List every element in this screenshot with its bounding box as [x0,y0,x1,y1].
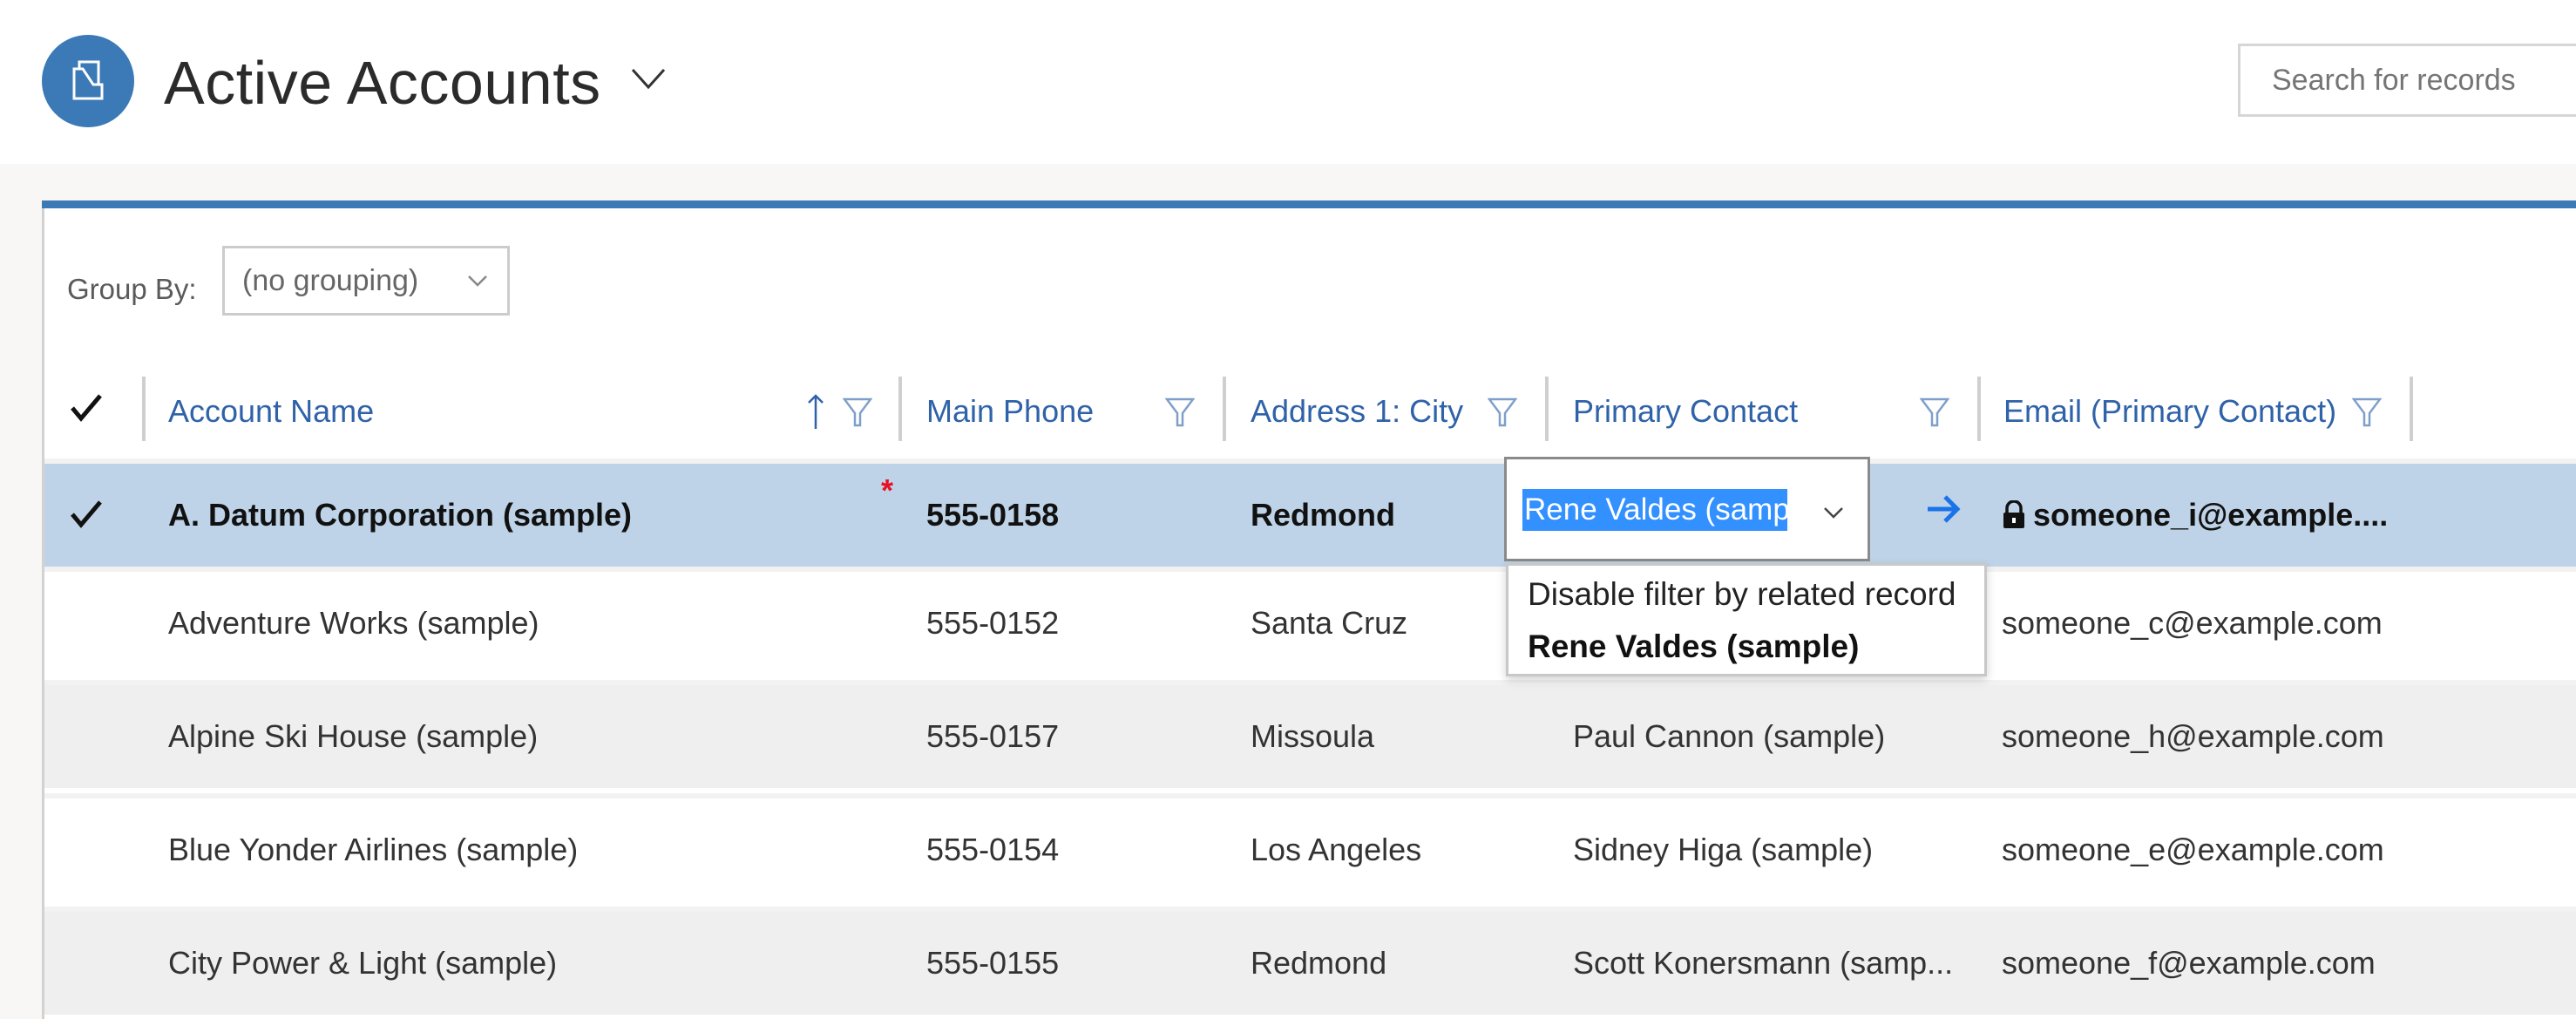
column-label: Address 1: City [1251,393,1464,429]
cell-primary-contact[interactable]: Sidney Higa (sample) [1573,798,1873,901]
cell-city[interactable]: Los Angeles [1251,798,1421,901]
column-header-account-name[interactable]: Account Name [168,357,374,465]
table-row[interactable]: Alpine Ski House (sample) 555-0157 Misso… [44,680,2576,788]
cell-main-phone[interactable]: 555-0158 [926,464,1059,567]
chevron-down-icon[interactable] [629,63,668,94]
table-row[interactable]: City Power & Light (sample) 555-0155 Red… [44,907,2576,1015]
table-row[interactable]: Blue Yonder Airlines (sample) 555-0154 L… [44,793,2576,901]
group-by-select[interactable]: (no grouping) [222,246,510,316]
primary-contact-lookup-input[interactable]: Rene Valdes (sample [1504,457,1870,561]
cell-email[interactable]: someone_f@example.com [2002,912,2376,1015]
cell-main-phone[interactable]: 555-0157 [926,685,1059,788]
chevron-down-icon[interactable] [1822,505,1845,520]
grid-header: Account Name Main Phone Address 1: City … [44,357,2576,465]
cell-main-phone[interactable]: 555-0152 [926,572,1059,675]
group-by-value: (no grouping) [242,263,419,297]
column-separator[interactable] [2410,377,2413,441]
open-record-arrow-icon[interactable] [1924,493,1963,525]
cell-account-name[interactable]: Alpine Ski House (sample) [168,685,538,788]
search-input[interactable]: Search for records [2238,44,2576,117]
cell-city[interactable]: Missoula [1251,685,1374,788]
cell-email[interactable]: someone_h@example.com [2002,685,2384,788]
cell-account-name[interactable]: Blue Yonder Airlines (sample) [168,798,578,901]
column-label: Primary Contact [1573,393,1799,429]
cell-account-name[interactable]: A. Datum Corporation (sample) [168,464,632,567]
row-checkmark-icon[interactable] [69,497,104,532]
filter-icon[interactable] [843,397,872,427]
required-marker: * [881,472,894,508]
page-title: Active Accounts [164,49,601,117]
grid-panel: Group By: (no grouping) Account Name Mai… [42,200,2576,1019]
cell-account-name[interactable]: City Power & Light (sample) [168,912,557,1015]
cell-city[interactable]: Redmond [1251,464,1395,567]
filter-icon[interactable] [1488,397,1517,427]
chevron-down-icon [468,275,487,287]
column-label: Account Name [168,393,375,429]
sort-ascending-icon[interactable] [806,392,825,431]
cell-city[interactable]: Redmond [1251,912,1386,1015]
email-text: someone_i@example.... [2033,497,2389,533]
lookup-selected-text[interactable]: Rene Valdes (sample [1522,489,1787,531]
cell-main-phone[interactable]: 555-0155 [926,912,1059,1015]
column-separator[interactable] [1223,377,1226,441]
filter-icon[interactable] [1165,397,1195,427]
column-separator[interactable] [1545,377,1549,441]
cell-email[interactable]: someone_e@example.com [2002,798,2384,901]
cell-primary-contact[interactable]: Scott Konersmann (samp... [1573,912,1953,1015]
table-row[interactable]: Adventure Works (sample) 555-0152 Santa … [44,567,2576,675]
filter-icon[interactable] [2352,397,2382,427]
column-label: Main Phone [926,393,1095,429]
dropdown-item-contact[interactable]: Rene Valdes (sample) [1528,628,1859,665]
panel-accent-bar [42,200,2576,208]
dropdown-item-disable-filter[interactable]: Disable filter by related record [1528,576,1956,613]
cell-account-name[interactable]: Adventure Works (sample) [168,572,539,675]
group-by-label: Group By: [67,273,197,305]
column-header-email[interactable]: Email (Primary Contact) [2003,357,2336,465]
lock-icon [2003,500,2024,528]
search-placeholder: Search for records [2272,63,2516,97]
cell-primary-contact[interactable]: Paul Cannon (sample) [1573,685,1885,788]
accounts-folder-icon [42,35,134,127]
column-separator[interactable] [1977,377,1981,441]
column-header-main-phone[interactable]: Main Phone [926,357,1094,465]
column-header-city[interactable]: Address 1: City [1251,357,1463,465]
column-label: Email (Primary Contact) [2003,393,2337,429]
lookup-dropdown: Disable filter by related record Rene Va… [1506,563,1987,676]
column-header-primary-contact[interactable]: Primary Contact [1573,357,1798,465]
filter-icon[interactable] [1920,397,1949,427]
select-all-checkmark-icon[interactable] [69,391,104,425]
column-separator[interactable] [142,377,146,441]
cell-city[interactable]: Santa Cruz [1251,572,1407,675]
cell-email[interactable]: someone_c@example.com [2002,572,2383,675]
cell-main-phone[interactable]: 555-0154 [926,798,1059,901]
page-header: Active Accounts Search for records [0,0,2576,164]
column-separator[interactable] [898,377,902,441]
table-row[interactable]: A. Datum Corporation (sample) * 555-0158… [44,459,2576,567]
cell-email[interactable]: someone_i@example.... [2002,464,2388,567]
